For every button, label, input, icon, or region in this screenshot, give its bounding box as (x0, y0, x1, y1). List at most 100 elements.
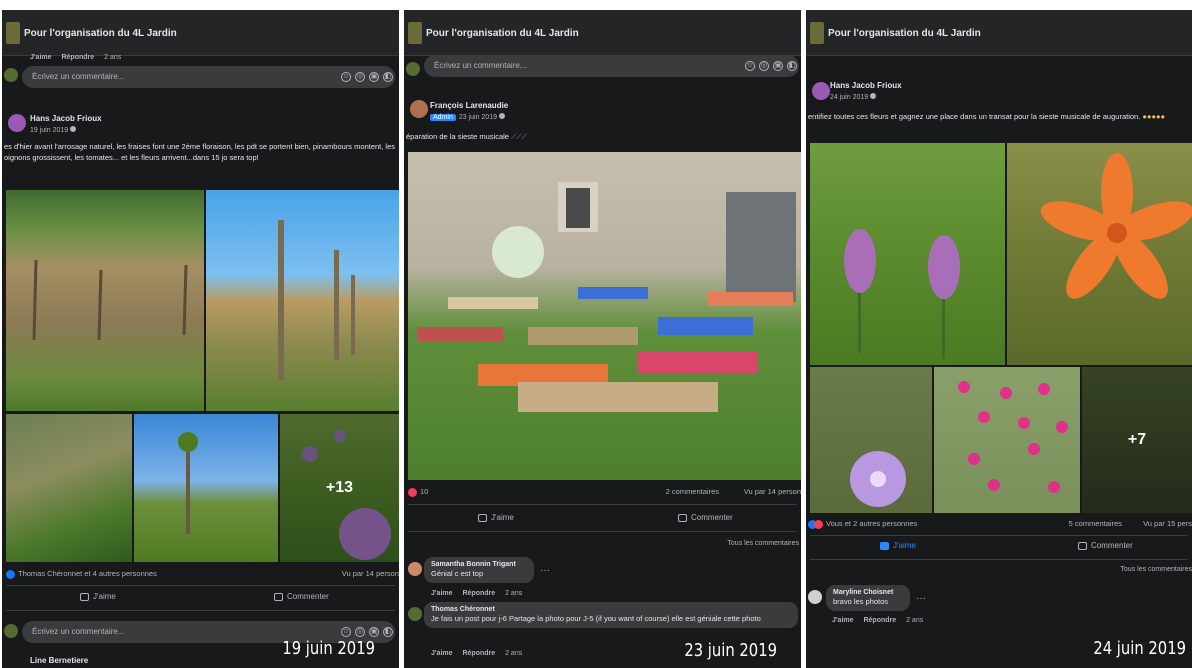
comment-placeholder: Écrivez un commentaire... (434, 61, 527, 70)
camera-icon[interactable]: ◎ (759, 61, 769, 71)
author-avatar[interactable] (410, 100, 428, 118)
group-title[interactable]: Pour l'organisation du 4L Jardin (828, 28, 981, 39)
comment-bubble: Thomas Chéronnet Je fais un post pour j-… (424, 602, 798, 628)
post-date[interactable]: Admin 23 juin 2019 (430, 113, 505, 121)
commenter-name[interactable]: Maryline Choisnet (833, 589, 903, 596)
reply-link[interactable]: Répondre (863, 617, 896, 624)
bellflower-photo[interactable] (810, 367, 932, 513)
reactions-summary[interactable]: Thomas Chéronnet et 4 autres personnes (6, 569, 157, 579)
like-link[interactable]: J'aime (431, 650, 453, 657)
divider (408, 531, 797, 532)
author-avatar[interactable] (8, 114, 26, 132)
gif-icon[interactable]: ▣ (773, 61, 783, 71)
like-link[interactable]: J'aime (832, 617, 854, 624)
thumb-up-icon (478, 513, 487, 522)
all-comments-filter[interactable]: Tous les commentaires (727, 540, 799, 547)
comment-text: Génial c est top (431, 569, 484, 578)
emoji-icon[interactable]: ☺ (745, 61, 755, 71)
comment-input[interactable]: Écrivez un commentaire... ☺ ◎ ▣ ◧ (424, 55, 799, 77)
comment-text: bravo les photos (833, 597, 889, 606)
post-date[interactable]: 24 juin 2019 (830, 93, 877, 101)
comment-button[interactable]: Commenter (274, 592, 329, 601)
comments-count[interactable]: 2 commentaires (666, 487, 719, 496)
all-comments-filter[interactable]: Tous les commentaires (1120, 566, 1192, 573)
post-author[interactable]: Hans Jacob Frioux (30, 114, 102, 123)
more-options-icon[interactable]: ··· (540, 565, 550, 576)
commenter-name[interactable]: Thomas Chéronnet (431, 606, 791, 613)
photo-detail (418, 182, 796, 412)
group-title[interactable]: Pour l'organisation du 4L Jardin (24, 28, 177, 39)
commenter-avatar[interactable] (408, 562, 422, 576)
emoji-row-icon: ●●●●● (1142, 112, 1166, 121)
post-text: éparation de la sieste musicale ⟋⟋⟋ (406, 131, 799, 142)
group-logo[interactable] (810, 22, 824, 44)
commenter-avatar[interactable] (408, 607, 422, 621)
emoji-icon[interactable]: ☺ (341, 627, 351, 637)
like-button[interactable]: J'aime (478, 513, 514, 522)
more-photos-overlay[interactable]: +13 (280, 414, 399, 562)
reply-link[interactable]: Répondre (462, 650, 495, 657)
post-panel-23-juin: Pour l'organisation du 4L Jardin Écrivez… (404, 10, 801, 668)
globe-icon (870, 93, 877, 99)
previous-comment-actions: J'aime Répondre 2 ans (30, 54, 121, 61)
reactions-text: Thomas Chéronnet et 4 autres personnes (18, 569, 157, 578)
like-link[interactable]: J'aime (30, 54, 52, 61)
like-link[interactable]: J'aime (431, 590, 453, 597)
commenter-name[interactable]: Samantha Bonnin Trigant (431, 561, 527, 568)
gif-icon[interactable]: ▣ (369, 72, 379, 82)
sticker-icon[interactable]: ◧ (787, 61, 797, 71)
comments-count[interactable]: 5 commentaires (1069, 519, 1122, 528)
group-header: Pour l'organisation du 4L Jardin (806, 10, 1192, 56)
gif-icon[interactable]: ▣ (369, 627, 379, 637)
emoji-icon[interactable]: ☺ (341, 72, 351, 82)
my-avatar (4, 624, 18, 638)
sticker-icon[interactable]: ◧ (383, 627, 393, 637)
photo-detail (844, 229, 960, 359)
views-count[interactable]: Vu par 14 person (342, 569, 399, 578)
garden-photo-1[interactable] (6, 190, 204, 411)
lily-photo[interactable] (1007, 143, 1192, 365)
comment-input[interactable]: Écrivez un commentaire... ☺ ◎ ▣ ◧ (22, 66, 395, 88)
commenter-avatar[interactable] (808, 590, 822, 604)
post-author[interactable]: François Larenaudie (430, 101, 508, 110)
views-count[interactable]: Vu par 14 person (744, 487, 801, 496)
garden-photo-4[interactable] (134, 414, 278, 562)
comment-icon (1078, 541, 1087, 550)
date-caption: 24 juin 2019 (1093, 638, 1186, 659)
camera-icon[interactable]: ◎ (355, 627, 365, 637)
orchid-photo[interactable] (810, 143, 1005, 365)
tomato-photo[interactable]: +7 (1082, 367, 1192, 513)
post-text-content: entifiez toutes ces fleurs et gagnez une… (808, 112, 1141, 121)
reply-link[interactable]: Répondre (462, 590, 495, 597)
views-count[interactable]: Vu par 15 pers (1143, 519, 1192, 528)
comment-time: 2 ans (505, 650, 523, 657)
campion-photo[interactable] (934, 367, 1080, 513)
sieste-musicale-photo[interactable] (408, 152, 801, 480)
comment-button[interactable]: Commenter (678, 513, 733, 522)
reactions-summary[interactable]: Vous et 2 autres personnes (808, 519, 917, 529)
reactions-summary[interactable]: 10 (408, 487, 428, 497)
sticker-icon[interactable]: ◧ (383, 72, 393, 82)
group-header: Pour l'organisation du 4L Jardin (404, 10, 801, 56)
post-date[interactable]: 19 juin 2019 (30, 126, 77, 134)
more-options-icon[interactable]: ··· (916, 593, 926, 604)
divider (6, 610, 395, 611)
comment-button[interactable]: Commenter (1078, 541, 1133, 550)
group-title[interactable]: Pour l'organisation du 4L Jardin (426, 28, 579, 39)
garden-photo-3[interactable] (6, 414, 132, 562)
garden-photo-2[interactable] (206, 190, 399, 411)
more-photos-overlay[interactable]: +7 (1082, 367, 1192, 513)
group-logo[interactable] (6, 22, 20, 44)
like-button[interactable]: J'aime (880, 541, 916, 550)
reply-link[interactable]: Répondre (61, 54, 94, 61)
post-panel-19-juin: Pour l'organisation du 4L Jardin J'aime … (2, 10, 399, 668)
like-button[interactable]: J'aime (80, 592, 116, 601)
author-avatar[interactable] (812, 82, 830, 100)
my-avatar (4, 68, 18, 82)
comment-placeholder: Écrivez un commentaire... (32, 72, 125, 81)
garden-photo-5[interactable]: +13 (280, 414, 399, 562)
group-logo[interactable] (408, 22, 422, 44)
post-author[interactable]: Hans Jacob Frioux (830, 81, 902, 90)
camera-icon[interactable]: ◎ (355, 72, 365, 82)
next-post-author[interactable]: Line Bernetiere (30, 656, 88, 665)
